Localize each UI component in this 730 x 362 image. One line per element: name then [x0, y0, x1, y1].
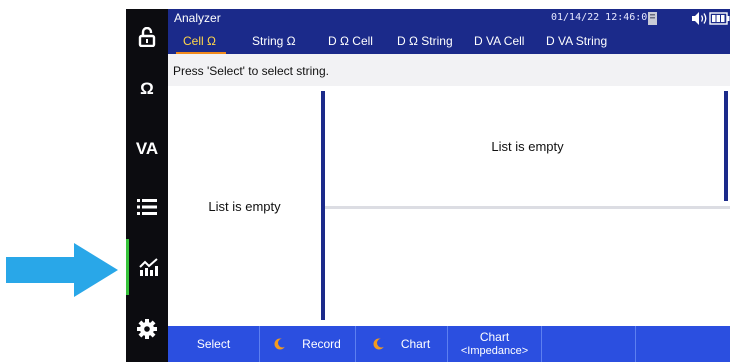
function-key-6[interactable] [636, 326, 730, 362]
ohm-icon: Ω [140, 79, 154, 98]
sidebar-item-va[interactable]: VA [126, 121, 168, 177]
record-label: Record [302, 337, 341, 351]
chart-label: Chart [400, 337, 431, 351]
sidebar-item-list[interactable] [126, 179, 168, 235]
tab-d-ohm-cell[interactable]: D Ω Cell [328, 34, 373, 48]
tab-d-va-cell[interactable]: D VA Cell [474, 34, 524, 48]
va-label: VA [135, 139, 159, 158]
string-list[interactable]: List is empty [168, 86, 321, 326]
sidebar-item-ohm[interactable]: Ω [126, 61, 168, 117]
string-list-empty: List is empty [208, 198, 281, 214]
lock-icon [138, 27, 156, 47]
tab-bar: Cell Ω String Ω D Ω Cell D Ω String D VA… [168, 28, 730, 54]
chart-impedance-button[interactable]: Chart <Impedance> [448, 326, 542, 362]
chart-button[interactable]: Chart [356, 326, 448, 362]
sidebar-item-settings[interactable] [126, 301, 168, 357]
storage-icon [648, 12, 657, 25]
tab-cell-ohm[interactable]: Cell Ω [183, 34, 216, 48]
cell-list[interactable]: List is empty [325, 86, 730, 206]
app-title: Analyzer [174, 11, 221, 25]
tab-d-ohm-string[interactable]: D Ω String [397, 34, 453, 48]
sidebar-item-analyzer[interactable] [126, 239, 168, 295]
pointer-arrow-icon [6, 243, 118, 297]
cell-list-empty: List is empty [491, 138, 564, 154]
chart-analyzer-icon [138, 258, 158, 276]
moon-icon [274, 338, 287, 350]
status-icons [648, 12, 730, 25]
list-icon [137, 199, 157, 215]
function-key-5[interactable] [542, 326, 636, 362]
tab-d-va-string[interactable]: D VA String [546, 34, 607, 48]
analyzer-device: Ω VA Analyzer 01/14/22 12:46:03 Cell Ω S… [126, 9, 730, 362]
datetime: 01/14/22 12:46:03 [551, 12, 654, 23]
detail-pane [325, 209, 730, 326]
function-key-bar: Select Record Chart Chart <Impedance> [168, 326, 730, 362]
record-button[interactable]: Record [260, 326, 356, 362]
select-button[interactable]: Select [168, 326, 260, 362]
gear-icon [137, 319, 157, 339]
select-label: Select [196, 337, 231, 351]
battery-icon [709, 12, 730, 25]
tab-string-ohm[interactable]: String Ω [252, 34, 296, 48]
title-bar: Analyzer 01/14/22 12:46:03 [168, 9, 730, 28]
sidebar-item-lock[interactable] [126, 9, 168, 65]
chart-impedance-sub: <Impedance> [460, 345, 529, 357]
moon-icon [373, 338, 385, 350]
sidebar: Ω VA [126, 9, 168, 362]
speaker-icon [692, 12, 707, 25]
chart-impedance-label: Chart [479, 330, 510, 344]
hint-text: Press 'Select' to select string. [168, 54, 730, 86]
cell-list-scrollbar[interactable] [724, 91, 728, 201]
content-area: List is empty List is empty [168, 86, 730, 326]
